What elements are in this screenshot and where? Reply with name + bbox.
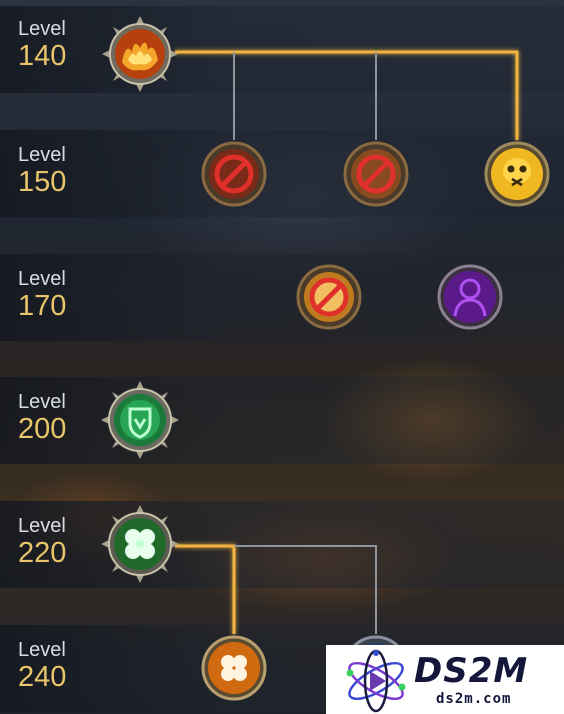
watermark-logo: DS2M ds2m.com [326,645,564,714]
orange-clover-icon [201,635,267,701]
skill-node-200[interactable] [101,381,179,459]
fire-fists-icon [102,16,178,92]
green-shield-icon [101,381,179,459]
skill-node-170-b[interactable] [437,264,503,330]
skill-node-150-b[interactable] [343,141,409,207]
skill-tree-connectors [175,50,519,634]
yellow-skull-icon [484,141,550,207]
forbidden-icon [343,141,409,207]
skill-node-140[interactable] [102,16,178,92]
forbidden-icon [296,264,362,330]
skill-node-150-c[interactable] [484,141,550,207]
skill-node-170-a[interactable] [296,264,362,330]
forbidden-icon [201,141,267,207]
clover-icon [101,505,179,583]
watermark-title: DS2M [414,651,529,691]
purple-figure-icon [437,264,503,330]
atom-logo-icon [346,649,406,713]
skill-node-240-a[interactable] [201,635,267,701]
watermark-subtitle: ds2m.com [436,691,512,707]
connector-220-to-240a [175,544,236,634]
connector-220-to-240b [234,545,377,634]
skill-node-220[interactable] [101,505,179,583]
skill-node-150-a[interactable] [201,141,267,207]
connector-140-to-150c [175,50,519,140]
